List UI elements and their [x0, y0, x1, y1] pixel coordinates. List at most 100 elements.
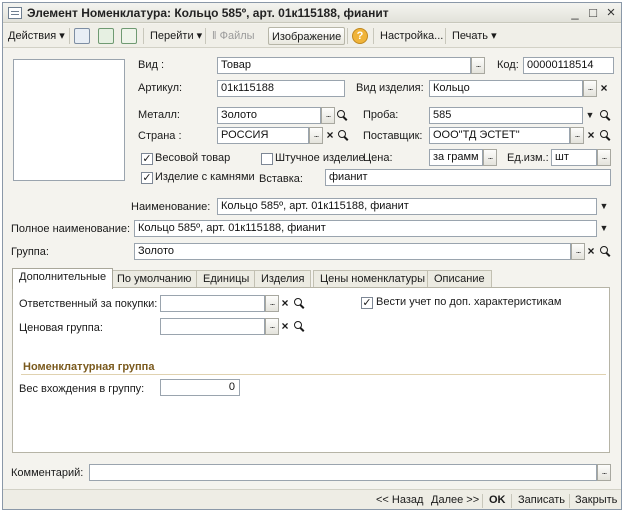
form-icon — [8, 7, 22, 19]
files-label: Файлы — [219, 30, 255, 42]
postavshik-select-button[interactable]: ... — [570, 127, 584, 144]
actions-menu[interactable]: Действия ▾ — [5, 27, 68, 45]
tab-dopolnitelnye[interactable]: Дополнительные — [12, 268, 114, 289]
otvetstvenny-select-button[interactable]: ... — [265, 295, 279, 312]
naimenovanie-dropdown-icon[interactable]: ▼ — [597, 198, 611, 215]
vid-field[interactable]: Товар — [217, 57, 471, 74]
vesovoy-checkbox[interactable]: ✓ — [141, 153, 153, 165]
metall-select-button[interactable]: ... — [321, 107, 335, 124]
postavshik-clear-icon[interactable]: × — [585, 127, 597, 144]
otvetstvenny-clear-icon[interactable]: × — [279, 295, 291, 312]
refresh-icon[interactable] — [98, 28, 114, 44]
otvetstvenny-field[interactable] — [160, 295, 265, 312]
files-button[interactable]: ǁ Файлы — [209, 27, 258, 45]
proba-label: Проба: — [363, 109, 399, 121]
metall-search-icon[interactable] — [336, 107, 348, 124]
metall-label: Металл: — [138, 109, 180, 121]
ed-izm-select-button[interactable]: ... — [597, 149, 611, 166]
polnoe-dropdown-icon[interactable]: ▼ — [597, 220, 611, 237]
print-menu[interactable]: Печать ▾ — [449, 27, 500, 45]
cenovaya-gruppa-field[interactable] — [160, 318, 265, 335]
comment-label: Комментарий: — [11, 467, 84, 479]
tab-edinicy[interactable]: Единицы — [196, 270, 257, 288]
back-button[interactable]: << Назад — [376, 494, 423, 506]
save-button[interactable]: Записать — [518, 494, 565, 506]
section-nomenklaturnaya-gruppa: Номенклатурная группа — [23, 361, 155, 373]
ed-izm-field[interactable]: шт — [551, 149, 597, 166]
comment-field[interactable] — [89, 464, 597, 481]
image-button[interactable]: Изображение — [268, 27, 346, 45]
ed-izm-label: Ед.изм.: — [507, 152, 549, 164]
copy-document-icon[interactable] — [121, 28, 137, 44]
gruppa-clear-icon[interactable]: × — [585, 243, 597, 260]
strana-label: Страна : — [138, 130, 182, 142]
vid-izdeliya-clear-icon[interactable]: × — [598, 80, 610, 97]
tab-ceny-nomenklatury[interactable]: Цены номенклатуры — [313, 270, 433, 288]
postavshik-label: Поставщик: — [363, 130, 423, 142]
postavshik-search-icon[interactable] — [599, 127, 611, 144]
comment-select-button[interactable]: ... — [597, 464, 611, 481]
close-window-button[interactable]: × — [603, 5, 619, 21]
close-button[interactable]: Закрыть — [575, 494, 617, 506]
next-button[interactable]: Далее >> — [431, 494, 479, 506]
vstavka-label: Вставка: — [259, 173, 303, 185]
vid-izdeliya-field[interactable]: Кольцо — [429, 80, 583, 97]
toolbar-separator — [445, 28, 446, 44]
strana-clear-icon[interactable]: × — [324, 127, 336, 144]
settings-button[interactable]: Настройка... — [377, 27, 446, 45]
proba-field[interactable]: 585 — [429, 107, 583, 124]
save-record-icon[interactable] — [74, 28, 90, 44]
cenovaya-gruppa-select-button[interactable]: ... — [265, 318, 279, 335]
goto-menu[interactable]: Перейти ▾ — [147, 27, 205, 45]
gruppa-label: Группа: — [11, 246, 49, 258]
cenovaya-gruppa-label: Ценовая группа: — [19, 322, 103, 334]
tab-izdeliya[interactable]: Изделия — [254, 270, 312, 288]
vid-select-button[interactable]: ... — [471, 57, 485, 74]
paperclip-icon: ǁ — [212, 30, 217, 42]
kod-label: Код: — [497, 59, 519, 71]
artikul-field[interactable]: 01к115188 — [217, 80, 345, 97]
polnoe-field[interactable]: Кольцо 585º, арт. 01к115188, фианит — [134, 220, 597, 237]
proba-dropdown-icon[interactable]: ▼ — [583, 107, 597, 124]
kamni-label: Изделие с камнями — [155, 171, 255, 183]
gruppa-select-button[interactable]: ... — [571, 243, 585, 260]
window-title: Элемент Номенклатура: Кольцо 585º, арт. … — [27, 6, 389, 20]
minimize-button[interactable]: _ — [567, 5, 583, 21]
cena-field[interactable]: за грамм — [429, 149, 483, 166]
naimenovanie-field[interactable]: Кольцо 585º, арт. 01к115188, фианит — [217, 198, 597, 215]
artikul-label: Артикул: — [138, 82, 183, 94]
otvetstvenny-search-icon[interactable] — [293, 295, 305, 312]
ok-button[interactable]: OK — [489, 494, 506, 506]
gruppa-search-icon[interactable] — [599, 243, 611, 260]
vstavka-field[interactable]: фианит — [325, 169, 611, 186]
naimenovanie-label: Наименование: — [131, 201, 211, 213]
metall-field[interactable]: Золото — [217, 107, 321, 124]
vid-izdeliya-select-button[interactable]: ... — [583, 80, 597, 97]
proba-search-icon[interactable] — [599, 107, 611, 124]
maximize-button[interactable]: □ — [585, 5, 601, 21]
kod-field[interactable]: 00000118514 — [523, 57, 614, 74]
ves-vhozhdeniya-field[interactable]: 0 — [160, 379, 240, 396]
vesti-uchet-label: Вести учет по доп. характеристикам — [376, 296, 562, 308]
tab-po-umolchaniyu[interactable]: По умолчанию — [110, 270, 199, 288]
cenovaya-gruppa-search-icon[interactable] — [293, 318, 305, 335]
help-icon[interactable]: ? — [352, 28, 368, 44]
vesti-uchet-checkbox[interactable]: ✓ — [361, 297, 373, 309]
strana-select-button[interactable]: ... — [309, 127, 323, 144]
kamni-checkbox[interactable]: ✓ — [141, 172, 153, 184]
cena-select-button[interactable]: ... — [483, 149, 497, 166]
tab-opisanie[interactable]: Описание — [427, 270, 492, 288]
polnoe-label: Полное наименование: — [11, 223, 131, 235]
gruppa-field[interactable]: Золото — [134, 243, 571, 260]
image-preview[interactable] — [13, 59, 125, 181]
item-window: Элемент Номенклатура: Кольцо 585º, арт. … — [2, 2, 622, 510]
postavshik-field[interactable]: ООО"ТД ЭСТЕТ" — [429, 127, 570, 144]
bottom-separator — [511, 494, 512, 508]
toolbar-separator — [205, 28, 206, 44]
strana-search-icon[interactable] — [337, 127, 349, 144]
toolbar: Действия ▾ Перейти ▾ ǁ Файлы Изображение… — [3, 24, 621, 48]
shtuchnoe-checkbox[interactable] — [261, 153, 273, 165]
cena-label: Цена: — [363, 152, 393, 164]
strana-field[interactable]: РОССИЯ — [217, 127, 309, 144]
cenovaya-gruppa-clear-icon[interactable]: × — [279, 318, 291, 335]
